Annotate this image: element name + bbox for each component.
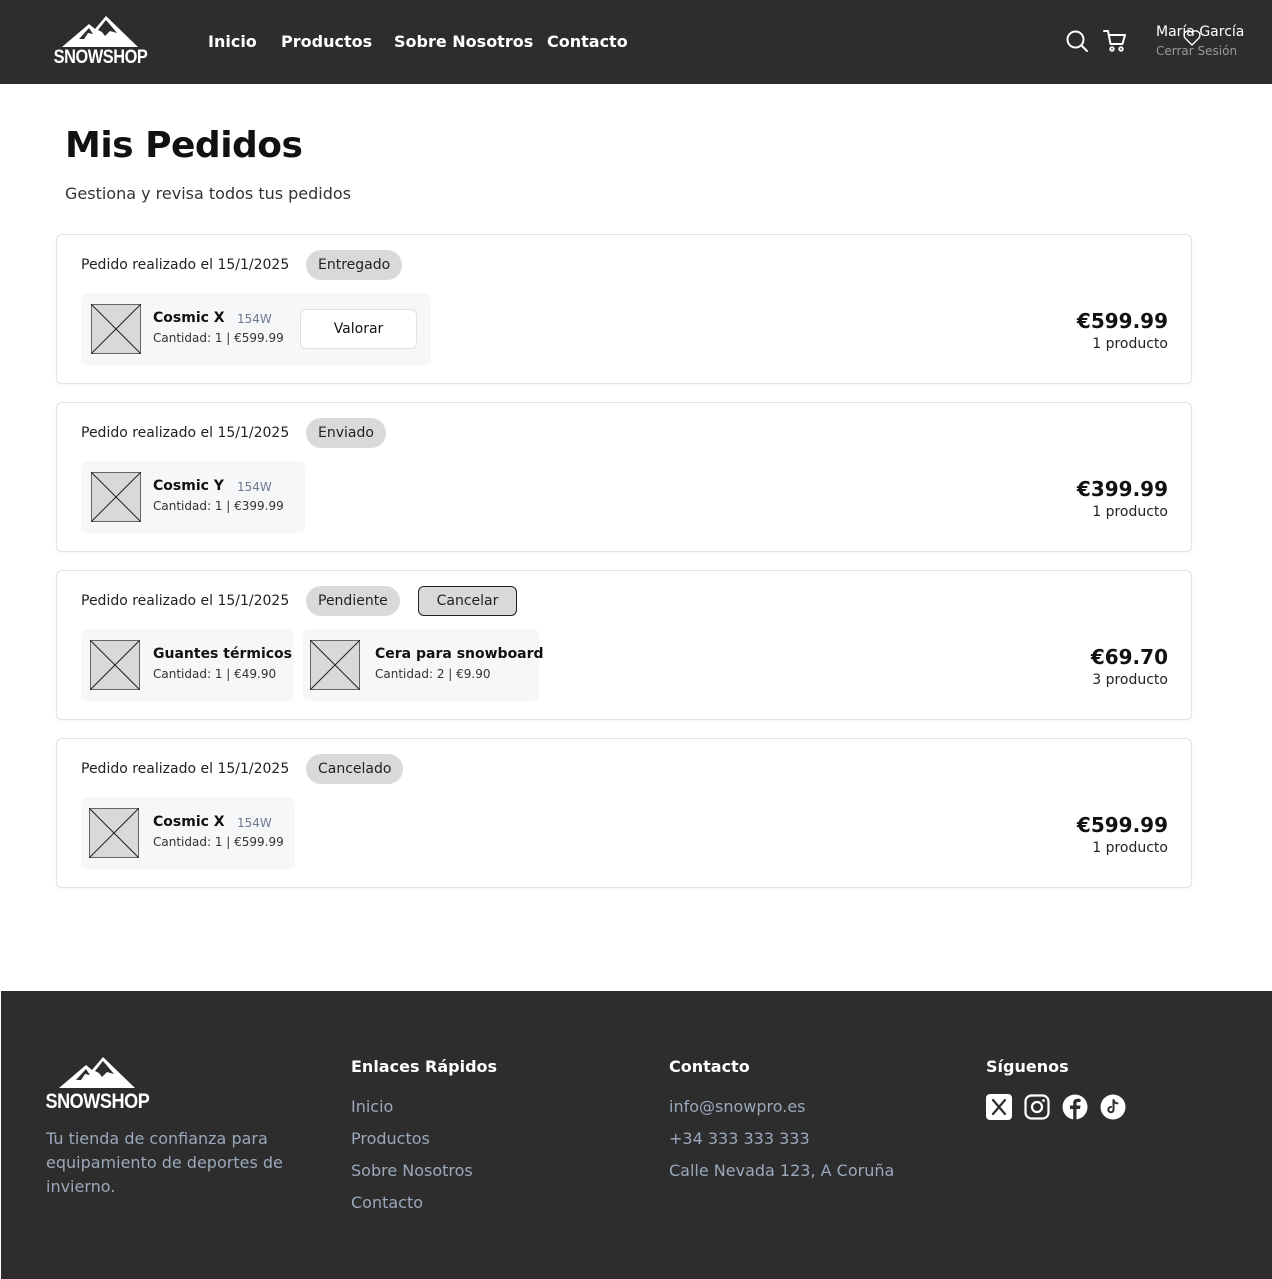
rate-button[interactable]: Valorar	[300, 309, 417, 349]
cancel-order-button[interactable]: Cancelar	[418, 586, 517, 616]
order-date: Pedido realizado el 15/1/2025	[81, 593, 290, 609]
contact-phone[interactable]: +34 333 333 333	[669, 1129, 810, 1149]
x-icon[interactable]	[986, 1094, 1012, 1120]
order-date: Pedido realizado el 15/1/2025	[81, 257, 290, 273]
nav-inicio[interactable]: Inicio	[208, 31, 281, 53]
order-item-count: 1 producto	[1092, 840, 1168, 856]
order-total: €599.99	[1076, 813, 1168, 837]
logo-text: SNOWSHOP	[53, 47, 147, 68]
placeholder-image-icon	[91, 304, 141, 354]
item-size: 154W	[237, 480, 272, 494]
social-title: Síguenos	[986, 1057, 1069, 1076]
item-name: Guantes térmicos	[153, 646, 292, 662]
item-quantity: Cantidad: 1 | €599.99	[153, 331, 284, 345]
mountain-logo-icon	[62, 16, 138, 47]
item-size: 154W	[237, 312, 272, 326]
heart-icon[interactable]	[1182, 28, 1202, 48]
item-name: Cosmic Y	[153, 478, 224, 494]
order-total: €399.99	[1076, 477, 1168, 501]
page-title: Mis Pedidos	[65, 125, 303, 166]
nav-sobre-nosotros[interactable]: Sobre Nosotros	[394, 31, 547, 53]
page-subtitle: Gestiona y revisa todos tus pedidos	[65, 184, 352, 203]
logo-text: SNOWSHOP	[45, 1090, 149, 1113]
contact-title: Contacto	[669, 1057, 750, 1076]
footer-link-inicio[interactable]: Inicio	[351, 1097, 393, 1117]
facebook-icon[interactable]	[1062, 1094, 1088, 1120]
placeholder-image-icon	[89, 808, 139, 858]
order-total: €599.99	[1076, 309, 1168, 333]
site-footer: SNOWSHOP Tu tienda de confianza para equ…	[1, 991, 1272, 1279]
status-badge: Entregado	[306, 250, 403, 280]
nav-productos[interactable]: Productos	[281, 31, 394, 53]
status-badge: Cancelado	[306, 754, 404, 784]
order-item[interactable]: Cosmic X 154W Cantidad: 1 | €599.99 Valo…	[81, 293, 431, 365]
cart-icon[interactable]	[1103, 29, 1127, 53]
footer-logo[interactable]: SNOWSHOP	[45, 1053, 149, 1113]
order-item[interactable]: Guantes térmicos Cantidad: 1 | €49.90	[81, 629, 294, 701]
order-item[interactable]: Cera para snowboard Cantidad: 2 | €9.90	[303, 629, 544, 701]
item-quantity: Cantidad: 1 | €399.99	[153, 499, 284, 513]
order-card: Pedido realizado el 15/1/2025 Entregado …	[56, 234, 1192, 384]
order-card: Pedido realizado el 15/1/2025 Enviado Co…	[56, 402, 1192, 552]
snowshop-logo[interactable]: SNOWSHOP	[53, 14, 147, 68]
placeholder-image-icon	[91, 472, 141, 522]
status-badge: Enviado	[306, 418, 386, 448]
instagram-icon[interactable]	[1024, 1094, 1050, 1120]
order-item[interactable]: Cosmic Y 154W Cantidad: 1 | €399.99	[81, 461, 305, 533]
tiktok-icon[interactable]	[1100, 1094, 1126, 1120]
mountain-logo-icon	[59, 1057, 135, 1088]
placeholder-image-icon	[310, 640, 360, 690]
contact-address: Calle Nevada 123, A Coruña	[669, 1161, 895, 1180]
site-header: SNOWSHOP Inicio Productos Sobre Nosotros…	[0, 0, 1272, 84]
order-item-count: 3 producto	[1092, 672, 1168, 688]
order-item[interactable]: Cosmic X 154W Cantidad: 1 | €599.99	[81, 797, 295, 869]
contact-email[interactable]: info@snowpro.es	[669, 1097, 806, 1117]
main-nav: Inicio Productos Sobre Nosotros Contacto	[208, 31, 628, 53]
order-total: €69.70	[1090, 645, 1168, 669]
item-name: Cera para snowboard	[375, 646, 544, 662]
item-size: 154W	[237, 816, 272, 830]
item-quantity: Cantidad: 2 | €9.90	[375, 667, 491, 681]
order-card: Pedido realizado el 15/1/2025 Cancelado …	[56, 738, 1192, 888]
order-card: Pedido realizado el 15/1/2025 Pendiente …	[56, 570, 1192, 720]
nav-contacto[interactable]: Contacto	[547, 31, 628, 53]
footer-tagline: Tu tienda de confianza para equipamiento…	[46, 1129, 283, 1196]
status-badge: Pendiente	[306, 586, 400, 616]
footer-link-sobre-nosotros[interactable]: Sobre Nosotros	[351, 1161, 473, 1181]
order-date: Pedido realizado el 15/1/2025	[81, 425, 290, 441]
quick-links-title: Enlaces Rápidos	[351, 1057, 498, 1076]
footer-link-productos[interactable]: Productos	[351, 1129, 430, 1149]
search-icon[interactable]	[1065, 29, 1089, 53]
item-name: Cosmic X	[153, 814, 225, 830]
placeholder-image-icon	[90, 640, 140, 690]
order-date: Pedido realizado el 15/1/2025	[81, 761, 290, 777]
item-name: Cosmic X	[153, 310, 225, 326]
order-item-count: 1 producto	[1092, 504, 1168, 520]
item-quantity: Cantidad: 1 | €599.99	[153, 835, 284, 849]
order-item-count: 1 producto	[1092, 336, 1168, 352]
footer-link-contacto[interactable]: Contacto	[351, 1193, 423, 1213]
item-quantity: Cantidad: 1 | €49.90	[153, 667, 277, 681]
